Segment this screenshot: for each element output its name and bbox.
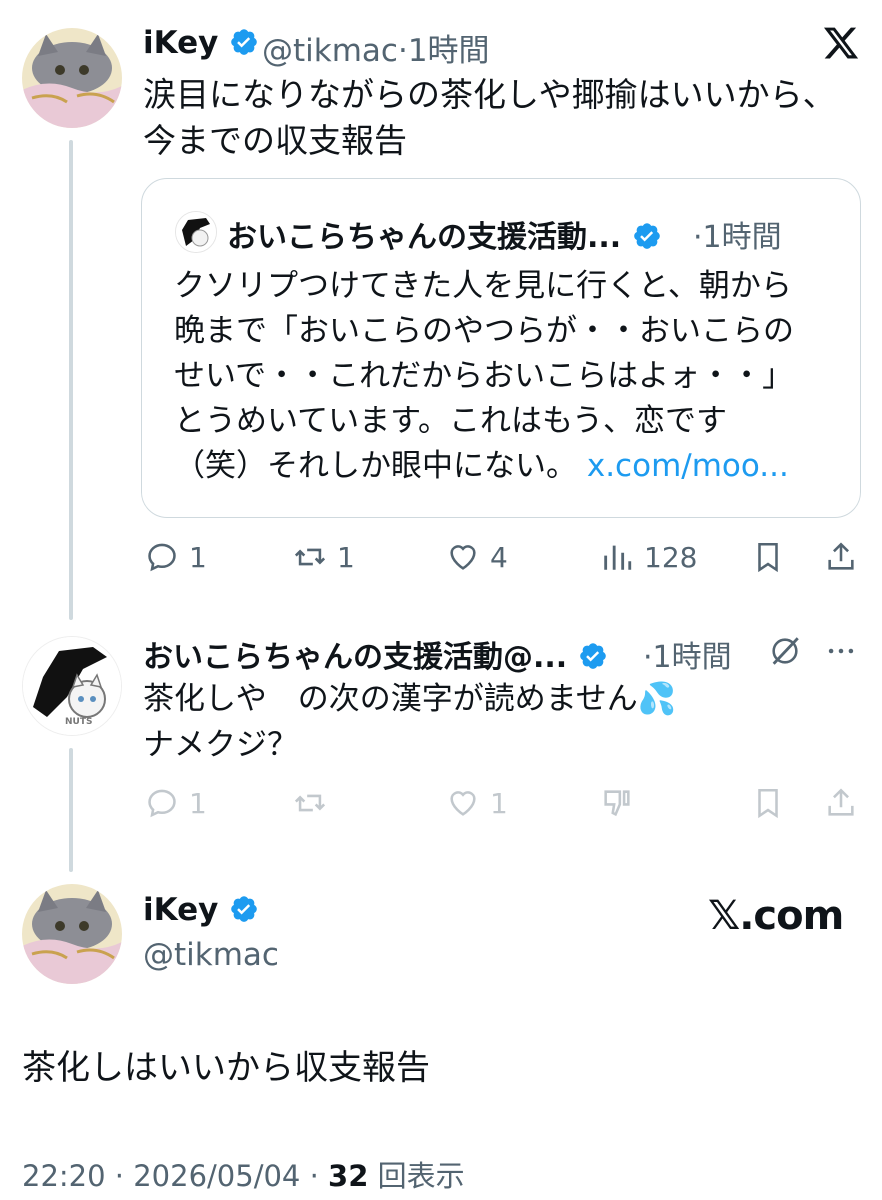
like-icon: [450, 545, 476, 570]
verified-badge-icon: [633, 223, 660, 249]
views-count: 128: [644, 540, 698, 574]
avatar[interactable]: [22, 28, 122, 128]
like-button[interactable]: 1: [446, 786, 508, 820]
tweet-text-line: 茶化しや の次の漢字が読めません💦: [143, 681, 677, 717]
grok-icon[interactable]: [768, 634, 802, 668]
verified-badge-icon: [231, 896, 257, 922]
quote-link[interactable]: x.com/moo...: [587, 448, 789, 484]
more-icon[interactable]: [824, 634, 858, 668]
tweet-text-line: 涙目になりながらの茶化しや揶揄はいいから、: [143, 75, 836, 114]
like-icon: [450, 791, 476, 816]
dislike-icon[interactable]: [600, 786, 634, 820]
author-name[interactable]: おいこらちゃんの支援活動@...: [143, 640, 567, 675]
tweet-timestamp[interactable]: 22:20 · 2026/05/04 ·: [22, 1159, 328, 1193]
reply-icon: [148, 789, 176, 818]
reply-count: 1: [189, 540, 207, 574]
quote-avatar[interactable]: [175, 211, 217, 253]
retweet-count: 1: [337, 540, 355, 574]
tweet-time[interactable]: ·1時間: [643, 632, 732, 676]
author-handle[interactable]: @tikmac: [143, 937, 279, 973]
tweet-text-line: 今までの収支報告: [143, 121, 407, 160]
verified-badge-icon: [231, 29, 257, 55]
avatar[interactable]: NUTS: [22, 636, 122, 736]
author-handle[interactable]: @tikmac: [262, 33, 398, 69]
views-button[interactable]: 128: [600, 540, 697, 574]
quote-text-line: とうめいています。これはもう、恋です: [174, 403, 728, 439]
views-icon: [604, 545, 632, 570]
reply-button[interactable]: 1: [145, 540, 207, 574]
retweet-icon: [294, 548, 326, 566]
avatar[interactable]: [22, 884, 122, 984]
retweet-button[interactable]: [293, 786, 327, 820]
quote-text-line: クソリプつけてきた人を見に行くと、朝から: [174, 268, 792, 304]
reply-icon: [148, 543, 176, 572]
view-count: 32: [328, 1159, 369, 1193]
like-count: 1: [490, 786, 508, 820]
author-name[interactable]: iKey: [143, 25, 218, 61]
retweet-button[interactable]: 1: [293, 540, 355, 574]
quote-time[interactable]: ·1時間: [693, 212, 782, 256]
reply-count: 1: [189, 786, 207, 820]
tweet-time[interactable]: ·1時間: [398, 33, 490, 69]
view-label: 回表示: [368, 1159, 465, 1193]
share-icon[interactable]: [824, 786, 858, 820]
thread-line-top: [69, 140, 73, 620]
quote-author-name[interactable]: おいこらちゃんの支援活動...: [227, 220, 621, 255]
bookmark-icon[interactable]: [751, 540, 785, 574]
thread-line-bottom: [69, 748, 73, 872]
share-icon[interactable]: [824, 540, 858, 574]
x-logo-icon[interactable]: [822, 24, 860, 62]
author-name[interactable]: iKey: [143, 892, 218, 928]
avatar-label: NUTS: [65, 717, 93, 727]
tweet-text-line: ナメクジ？: [143, 727, 298, 763]
tweet-text: 茶化しはいいから収支報告: [22, 1048, 430, 1088]
quote-text-line: 晩まで「おいこらのやつらが・・おいこらの: [174, 313, 794, 349]
bookmark-icon[interactable]: [751, 786, 785, 820]
reply-button[interactable]: 1: [145, 786, 207, 820]
verified-badge-icon: [579, 643, 606, 669]
quote-text-line: （笑）それしか眼中にない。: [174, 448, 577, 484]
x-com-brand: 𝕏.com: [708, 893, 844, 939]
like-button[interactable]: 4: [446, 540, 508, 574]
like-count: 4: [490, 540, 508, 574]
retweet-icon: [294, 794, 326, 812]
quote-text-line: せいで・・これだからおいこらはよォ・・」: [174, 358, 794, 394]
